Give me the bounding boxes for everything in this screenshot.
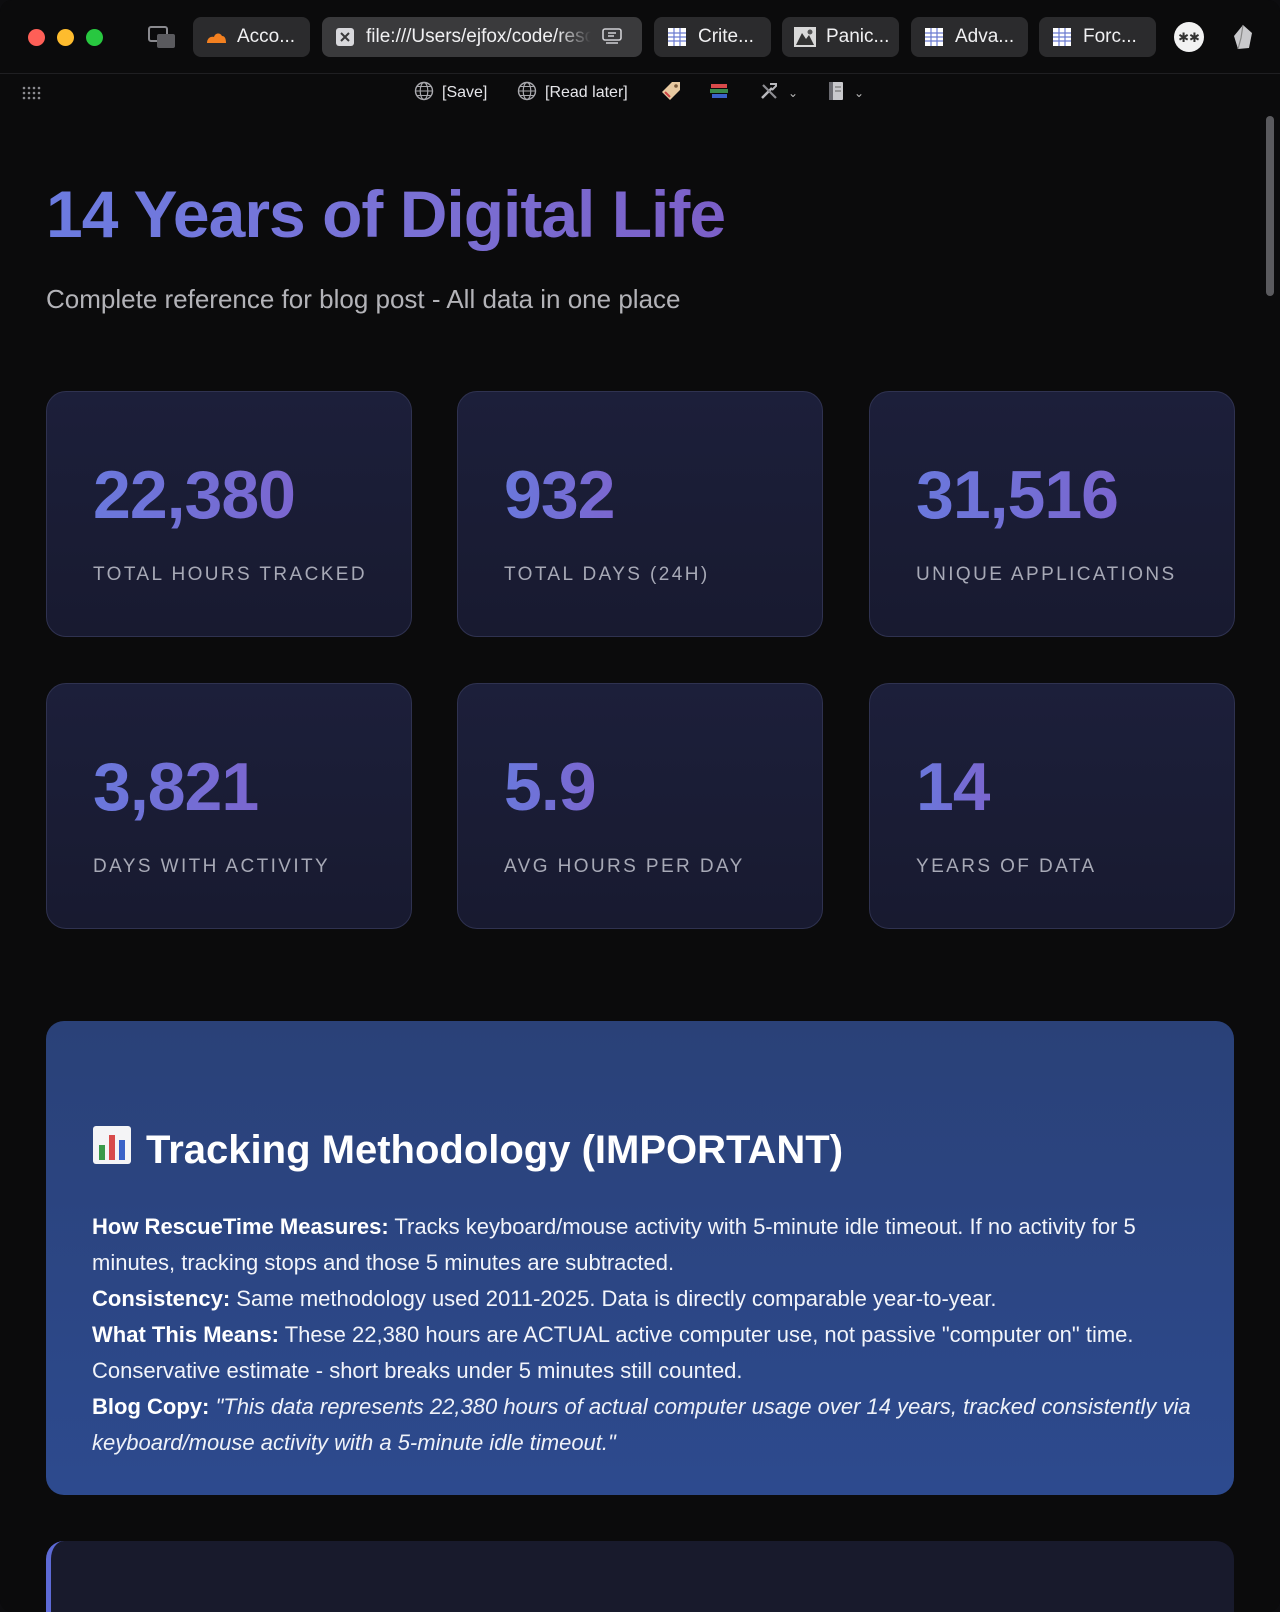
bar-chart-icon	[92, 1125, 132, 1175]
methodology-heading: Tracking Methodology (IMPORTANT)	[92, 1125, 843, 1175]
close-window-button[interactable]	[28, 29, 45, 46]
stat-card-days-active: 3,821 DAYS WITH ACTIVITY	[46, 683, 412, 929]
spreadsheet-icon	[666, 26, 688, 48]
stat-value: 932	[504, 457, 615, 533]
maximize-window-button[interactable]	[86, 29, 103, 46]
apps-grid-icon[interactable]	[22, 85, 42, 101]
bookmark-notebook-folder[interactable]: ⌄	[826, 81, 864, 105]
paragraph-text: Same methodology used 2011-2025. Data is…	[230, 1286, 997, 1311]
page-title: 14 Years of Digital Life	[46, 177, 726, 251]
tab-label: Forc...	[1083, 26, 1137, 47]
bookmark-read-later[interactable]: [Read later]	[517, 81, 628, 105]
tab-label: Panic...	[826, 26, 890, 47]
stat-label: UNIQUE APPLICATIONS	[916, 564, 1177, 585]
stat-label: AVG HOURS PER DAY	[504, 856, 745, 877]
methodology-paragraph: How RescueTime Measures: Tracks keyboard…	[92, 1209, 1192, 1281]
tab-advanced[interactable]: Adva...	[911, 17, 1028, 57]
methodology-paragraph: Blog Copy: "This data represents 22,380 …	[92, 1389, 1192, 1461]
tab-label: Acco...	[237, 26, 296, 47]
cloudflare-icon	[205, 26, 227, 48]
tab-active-file[interactable]: file:///Users/ejfox/code/rescuetime	[322, 17, 642, 57]
blog-copy-quote: "This data represents 22,380 hours of ac…	[92, 1394, 1191, 1455]
next-section-card	[46, 1541, 1234, 1612]
stat-value: 3,821	[93, 749, 259, 825]
svg-text:✱✱: ✱✱	[1178, 31, 1200, 46]
books-icon	[708, 80, 730, 107]
browser-window: Acco... file:///Users/ejfox/code/rescuet…	[0, 0, 1280, 1612]
chevron-down-icon: ⌄	[854, 86, 865, 100]
bookmark-tools-folder[interactable]: ⌄	[758, 81, 798, 105]
address-url[interactable]: file:///Users/ejfox/code/rescuetime	[366, 26, 591, 48]
chevron-down-icon: ⌄	[788, 86, 799, 100]
stat-value: 22,380	[93, 457, 296, 533]
tab-label: Adva...	[955, 26, 1015, 47]
tab-label: Crite...	[698, 26, 754, 47]
spreadsheet-icon	[923, 26, 945, 48]
tab-panic[interactable]: Panic...	[782, 17, 899, 57]
tab-bar: Acco... file:///Users/ejfox/code/rescuet…	[0, 0, 1280, 74]
stat-value: 14	[916, 749, 991, 825]
tag-icon	[660, 80, 682, 107]
stat-card-avg-hours: 5.9 AVG HOURS PER DAY	[457, 683, 823, 929]
page-subtitle: Complete reference for blog post - All d…	[46, 284, 681, 314]
bookmark-label: [Save]	[442, 84, 488, 101]
paragraph-label: Consistency:	[92, 1286, 231, 1311]
paragraph-label: Blog Copy:	[92, 1394, 210, 1419]
stat-label: TOTAL DAYS (24H)	[504, 564, 710, 585]
minimize-window-button[interactable]	[57, 29, 74, 46]
stat-card-total-days: 932 TOTAL DAYS (24H)	[457, 391, 823, 637]
page-content: 14 Years of Digital Life Complete refere…	[0, 112, 1280, 1612]
bookmark-tag[interactable]	[660, 81, 682, 105]
paragraph-label: How RescueTime Measures:	[92, 1214, 389, 1239]
stat-label: YEARS OF DATA	[916, 856, 1097, 877]
notebook-icon	[826, 80, 846, 107]
stat-value: 5.9	[504, 749, 597, 825]
bookmark-books[interactable]	[708, 81, 730, 105]
globe-icon	[414, 81, 434, 106]
extension-icon[interactable]: ✱✱	[1174, 22, 1204, 52]
methodology-title: Tracking Methodology (IMPORTANT)	[146, 1127, 844, 1172]
stat-label: DAYS WITH ACTIVITY	[93, 856, 331, 877]
bookmark-save[interactable]: [Save]	[414, 81, 487, 105]
stat-card-total-hours: 22,380 TOTAL HOURS TRACKED	[46, 391, 412, 637]
close-tab-icon[interactable]	[334, 26, 356, 48]
spreadsheet-icon	[1051, 26, 1073, 48]
methodology-paragraph: Consistency: Same methodology used 2011-…	[92, 1281, 1192, 1317]
methodology-paragraph: What This Means: These 22,380 hours are …	[92, 1317, 1192, 1389]
obsidian-icon[interactable]	[1228, 22, 1258, 52]
sidebar-toggle-icon[interactable]	[148, 25, 176, 49]
tab-force[interactable]: Forc...	[1039, 17, 1156, 57]
globe-icon	[517, 81, 537, 106]
vertical-scrollbar[interactable]	[1266, 116, 1274, 296]
tab-accounts[interactable]: Acco...	[193, 17, 310, 57]
paragraph-label: What This Means:	[92, 1322, 280, 1347]
tools-icon	[758, 80, 780, 107]
reader-mode-icon[interactable]	[601, 26, 623, 48]
stat-label: TOTAL HOURS TRACKED	[93, 564, 367, 585]
stat-value: 31,516	[916, 457, 1119, 533]
tab-criteria[interactable]: Crite...	[654, 17, 771, 57]
bookmarks-bar: [Save] [Read later] ⌄ ⌄	[0, 75, 1280, 111]
bookmark-label: [Read later]	[545, 84, 628, 101]
stat-card-years: 14 YEARS OF DATA	[869, 683, 1235, 929]
methodology-section: Tracking Methodology (IMPORTANT) How Res…	[46, 1021, 1234, 1495]
methodology-body: How RescueTime Measures: Tracks keyboard…	[92, 1209, 1192, 1461]
stat-card-unique-apps: 31,516 UNIQUE APPLICATIONS	[869, 391, 1235, 637]
image-icon	[794, 26, 816, 48]
